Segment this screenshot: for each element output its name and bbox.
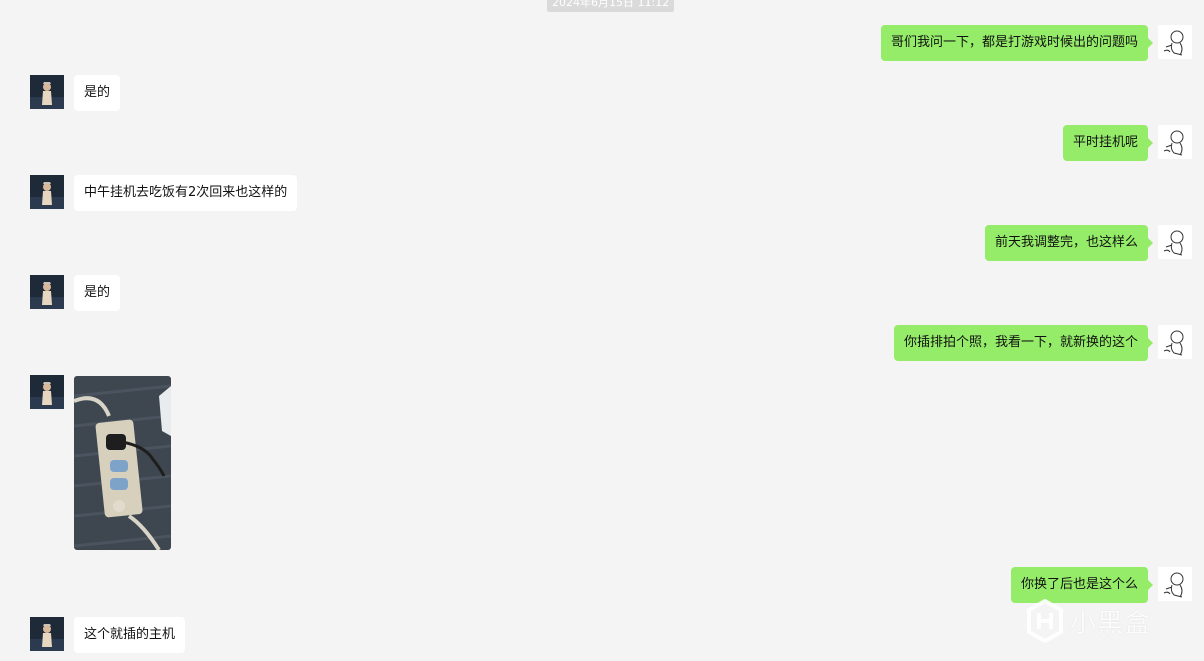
person-photo-avatar-icon xyxy=(30,617,64,651)
heybox-watermark: 小黑盒 xyxy=(1026,598,1151,644)
contact-avatar[interactable] xyxy=(30,617,64,651)
person-photo-avatar-icon xyxy=(30,275,64,309)
power-strip-photo xyxy=(74,376,171,550)
incoming-message-bubble[interactable]: 中午挂机去吃饭有2次回来也这样的 xyxy=(74,175,298,211)
person-photo-avatar-icon xyxy=(30,175,64,209)
person-photo-avatar-icon xyxy=(30,75,64,109)
watermark-text: 小黑盒 xyxy=(1070,608,1152,639)
sketch-avatar-icon xyxy=(1158,125,1192,159)
outgoing-message-bubble[interactable]: 你插排拍个照，我看一下，就新换的这个 xyxy=(893,325,1154,361)
sketch-avatar-icon xyxy=(1158,567,1192,601)
outgoing-message-bubble[interactable]: 哥们我问一下，都是打游戏时候出的问题吗 xyxy=(880,25,1154,61)
contact-avatar[interactable] xyxy=(30,375,64,409)
contact-avatar[interactable] xyxy=(30,275,64,309)
sketch-avatar-icon xyxy=(1158,225,1192,259)
sketch-avatar-icon xyxy=(1158,325,1192,359)
my-avatar[interactable] xyxy=(1158,567,1192,601)
my-avatar[interactable] xyxy=(1158,325,1192,359)
outgoing-message-bubble[interactable]: 平时挂机呢 xyxy=(1062,125,1154,161)
my-avatar[interactable] xyxy=(1158,25,1192,59)
incoming-message-bubble[interactable]: 这个就插的主机 xyxy=(74,617,186,653)
incoming-message-bubble[interactable]: 是的 xyxy=(74,275,121,311)
my-avatar[interactable] xyxy=(1158,125,1192,159)
image-message[interactable] xyxy=(74,376,171,550)
contact-avatar[interactable] xyxy=(30,75,64,109)
my-avatar[interactable] xyxy=(1158,225,1192,259)
person-photo-avatar-icon xyxy=(30,375,64,409)
sketch-avatar-icon xyxy=(1158,25,1192,59)
message-timestamp: 2024年6月15日 11:12 xyxy=(547,0,675,12)
heybox-logo-icon xyxy=(1027,599,1063,643)
contact-avatar[interactable] xyxy=(30,175,64,209)
outgoing-message-bubble[interactable]: 前天我调整完，也这样么 xyxy=(984,225,1154,261)
incoming-message-bubble[interactable]: 是的 xyxy=(74,75,121,111)
chat-window: 2024年6月15日 11:12 哥们我问一下，都是打游戏时候出的问题吗 是的 … xyxy=(0,0,1204,661)
